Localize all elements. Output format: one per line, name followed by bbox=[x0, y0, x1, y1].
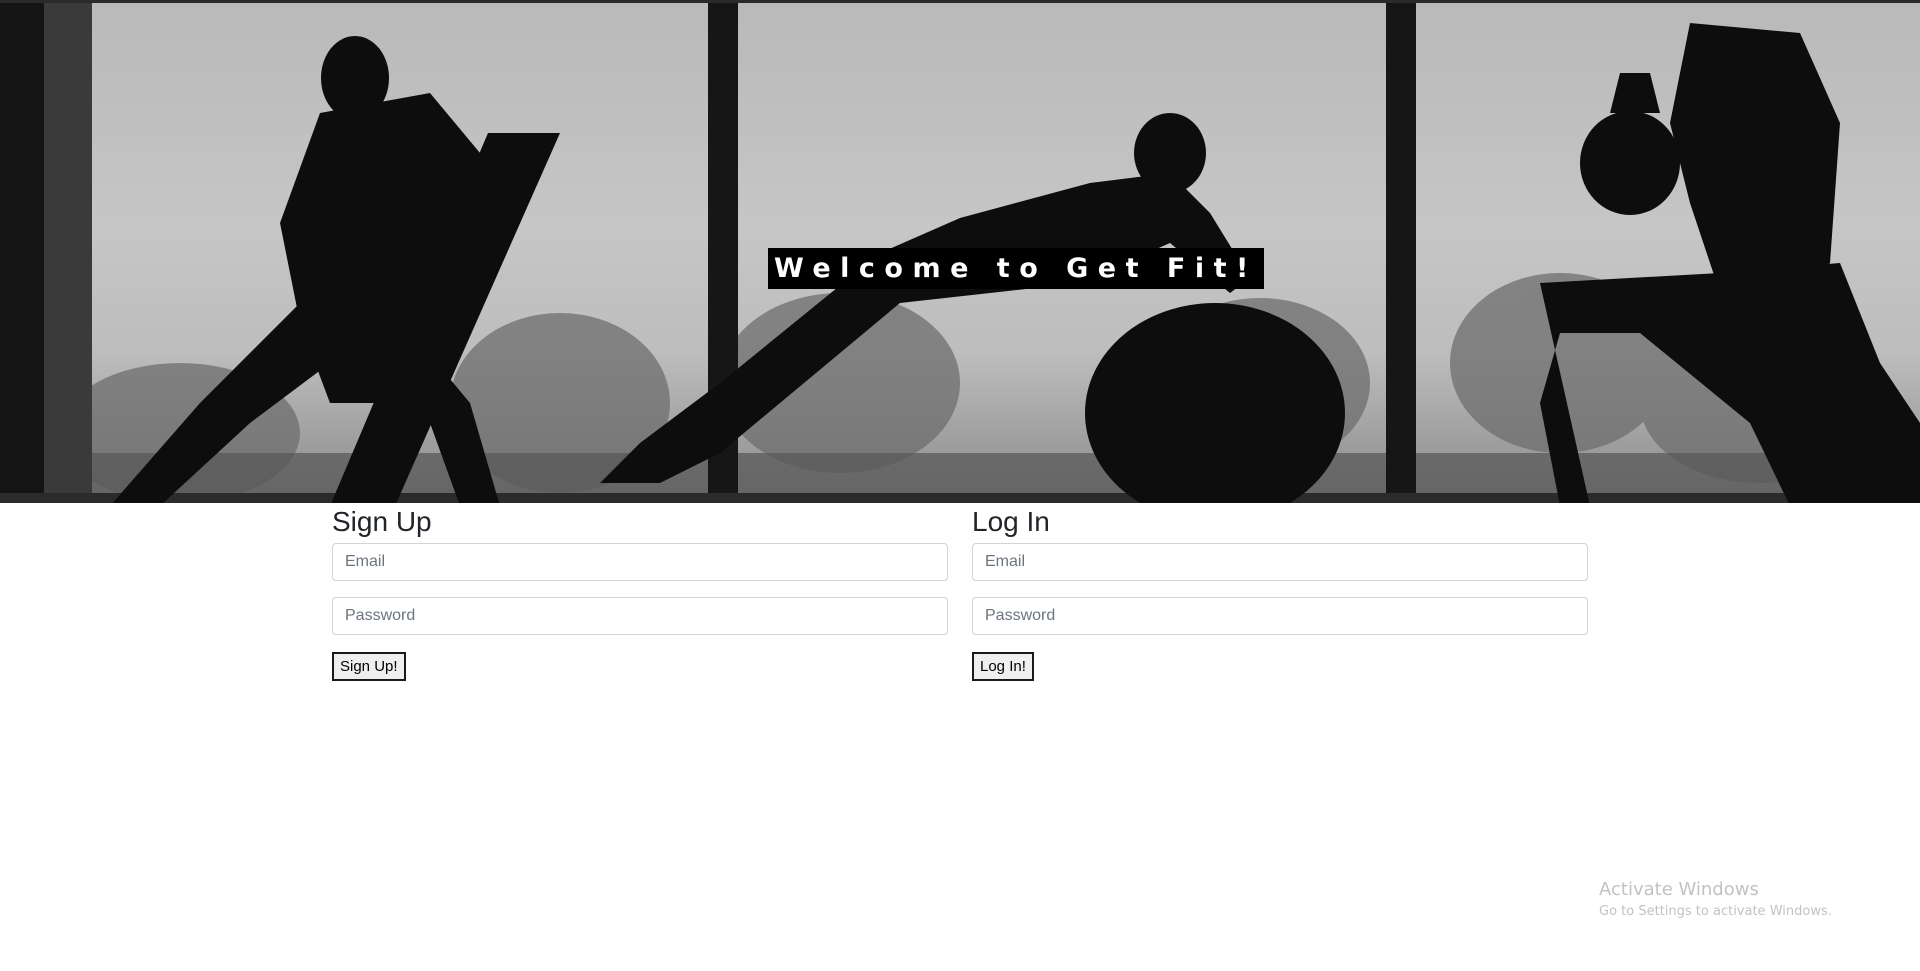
login-form: Log In Log In! bbox=[972, 505, 1588, 681]
signup-form: Sign Up Sign Up! bbox=[332, 505, 948, 681]
login-password-input[interactable] bbox=[972, 597, 1588, 635]
activate-windows-watermark: Activate Windows Go to Settings to activ… bbox=[1599, 878, 1832, 922]
signup-button[interactable]: Sign Up! bbox=[332, 652, 406, 681]
hero-banner: Welcome to Get Fit! bbox=[0, 0, 1920, 503]
login-button[interactable]: Log In! bbox=[972, 652, 1034, 681]
watermark-title: Activate Windows bbox=[1599, 879, 1759, 900]
hero-title: Welcome to Get Fit! bbox=[768, 248, 1264, 289]
login-heading: Log In bbox=[972, 506, 1050, 537]
watermark-subtitle: Go to Settings to activate Windows. bbox=[1599, 904, 1832, 919]
signup-heading: Sign Up bbox=[332, 506, 432, 537]
signup-password-input[interactable] bbox=[332, 597, 948, 635]
signup-email-input[interactable] bbox=[332, 543, 948, 581]
login-email-input[interactable] bbox=[972, 543, 1588, 581]
